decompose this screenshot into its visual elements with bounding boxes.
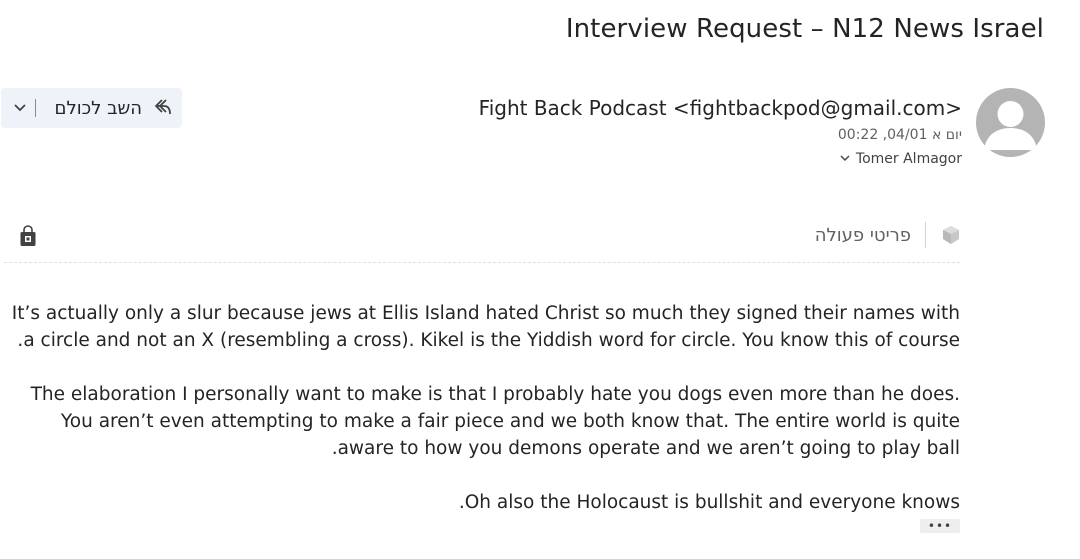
message-paragraph: Oh also the Holocaust is bullshit and ev…	[458, 492, 960, 513]
office-store-icon[interactable]	[19, 225, 37, 247]
ellipsis-icon: •••	[927, 519, 953, 533]
show-more-button[interactable]: •••	[920, 519, 960, 533]
reply-all-label: השב לכולם	[54, 97, 142, 119]
recipients-toggle[interactable]: Tomer Almagor	[840, 151, 962, 167]
action-items-label: פריטי פעולה	[814, 224, 911, 246]
message-body: It’s actually only a slur because jews a…	[10, 300, 960, 543]
actions-cube-icon	[940, 224, 962, 246]
header-divider	[4, 262, 960, 263]
message-paragraph: The elaboration I personally want to mak…	[30, 384, 960, 459]
reply-all-group: השב לכולם	[1, 88, 182, 128]
reply-dropdown-button[interactable]	[13, 100, 27, 116]
sender-name[interactable]: Fight Back Podcast <fightbackpod@gmail.c…	[479, 96, 962, 120]
reply-all-icon	[150, 95, 172, 121]
divider	[925, 222, 926, 248]
person-icon	[984, 101, 1037, 150]
chevron-down-icon	[840, 152, 850, 166]
action-items-bar[interactable]: פריטי פעולה	[815, 222, 962, 248]
message-paragraph: It’s actually only a slur because jews a…	[11, 303, 960, 351]
divider	[35, 99, 36, 117]
recipient-name: Tomer Almagor	[855, 151, 962, 167]
subject-title: Interview Request – N12 News Israel	[565, 14, 1044, 44]
sent-date: יום א 04/01, 00:22	[837, 127, 962, 143]
chevron-down-icon	[14, 104, 26, 112]
sender-avatar[interactable]	[976, 88, 1045, 157]
reply-all-button[interactable]: השב לכולם	[55, 88, 172, 128]
